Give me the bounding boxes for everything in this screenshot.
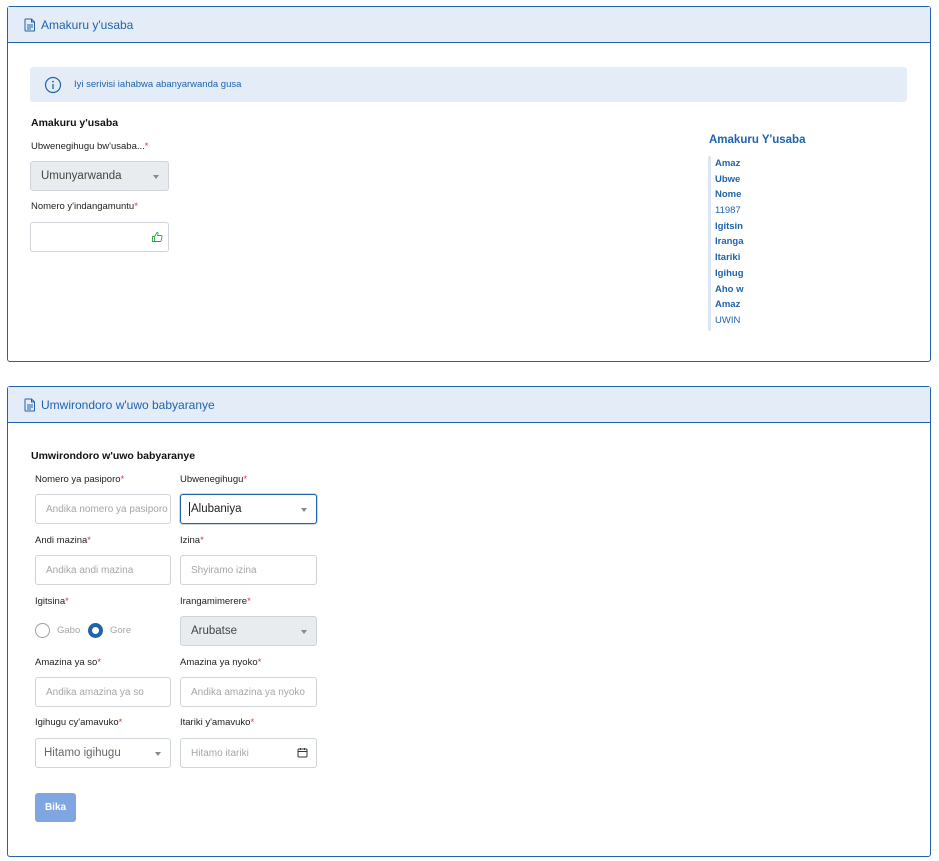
passport-input[interactable]: Andika nomero ya pasiporo (35, 494, 171, 524)
chevron-down-icon (153, 175, 159, 179)
summary-item: UWIN (715, 314, 741, 326)
chevron-down-icon (155, 752, 161, 756)
applicant-summary-panel: Amakuru Y'usaba Amaz Ubwe Nome 11987 Igitsin… (702, 134, 806, 331)
marital-status-label: Irangamimerere* (180, 596, 251, 607)
text-cursor (189, 502, 190, 516)
birth-date-input[interactable]: Hitamo itariki (180, 738, 317, 768)
card-header: Amakuru y'usaba (8, 7, 930, 43)
mother-name-label: Amazina ya nyoko* (180, 657, 262, 668)
info-text: Iyi serivisi iahabwa abanyarwanda gusa (74, 79, 242, 90)
gender-radio-male[interactable]: Gabo (35, 623, 80, 638)
summary-item: Itariki (715, 252, 741, 264)
radio-button-icon[interactable] (88, 623, 103, 638)
calendar-icon[interactable] (297, 747, 308, 761)
firstname-label: Izina* (180, 535, 204, 546)
birth-date-label: Itariki y'amavuko* (180, 717, 255, 728)
chevron-down-icon (301, 630, 307, 634)
summary-item: Amaz (715, 299, 741, 311)
save-button[interactable]: Bika (35, 793, 76, 822)
id-number-label: Nomero y'indangamuntu* (31, 201, 138, 212)
passport-label: Nomero ya pasiporo* (35, 474, 125, 485)
id-number-input[interactable] (30, 222, 169, 252)
birth-country-select[interactable]: Hitamo igihugu (35, 738, 171, 768)
summary-list: Amaz Ubwe Nome 11987 Igitsin Iranga Itariki Igi… (706, 156, 805, 331)
summary-item: Igihug (715, 267, 744, 279)
surname-input[interactable]: Andika andi mazina (35, 555, 171, 585)
gender-label: Igitsina* (35, 596, 69, 607)
radio-button-icon[interactable] (35, 623, 50, 638)
firstname-input[interactable]: Shyiramo izina (180, 555, 317, 585)
chevron-down-icon (301, 508, 307, 512)
surname-label: Andi mazina* (35, 535, 91, 546)
form-title: Amakuru y'usaba (31, 117, 119, 129)
summary-item: Aho w (715, 283, 744, 295)
document-icon (24, 18, 36, 32)
summary-item: Igitsin (715, 220, 743, 232)
document-icon (24, 398, 36, 412)
father-name-label: Amazina ya so* (35, 657, 102, 668)
form-title: Umwirondoro w'uwo babyaranye (31, 450, 196, 462)
card-title: Amakuru y'usaba (41, 17, 134, 32)
summary-item: Amaz (715, 158, 741, 169)
marital-status-select[interactable]: Arubatse (180, 616, 317, 646)
summary-title: Amakuru Y'usaba (709, 134, 806, 146)
summary-item: 11987 (715, 205, 741, 217)
info-alert: Iyi serivisi iahabwa abanyarwanda gusa (30, 67, 907, 102)
summary-item: Iranga (715, 236, 744, 248)
card-title: Umwirondoro w'uwo babyaranye (41, 397, 215, 412)
gender-radio-female[interactable]: Gore (88, 623, 131, 638)
summary-item: Ubwe (715, 173, 741, 185)
card-header: Umwirondoro w'uwo babyaranye (8, 387, 930, 423)
nationality-select[interactable]: Umunyarwanda (30, 161, 169, 191)
nationality-label: Ubwenegihugu* (180, 474, 248, 485)
thumbs-up-icon (151, 231, 163, 246)
father-name-input[interactable]: Andika amazina ya so (35, 677, 171, 707)
info-icon (44, 76, 62, 94)
summary-item: Nome (715, 189, 742, 201)
nationality-select[interactable]: Alubaniya (180, 494, 317, 524)
birth-country-label: Igihugu cy'amavuko* (35, 717, 123, 728)
nationality-label: Ubwenegihugu bw'usaba...* (31, 141, 149, 152)
mother-name-input[interactable]: Andika amazina ya nyoko (180, 677, 317, 707)
